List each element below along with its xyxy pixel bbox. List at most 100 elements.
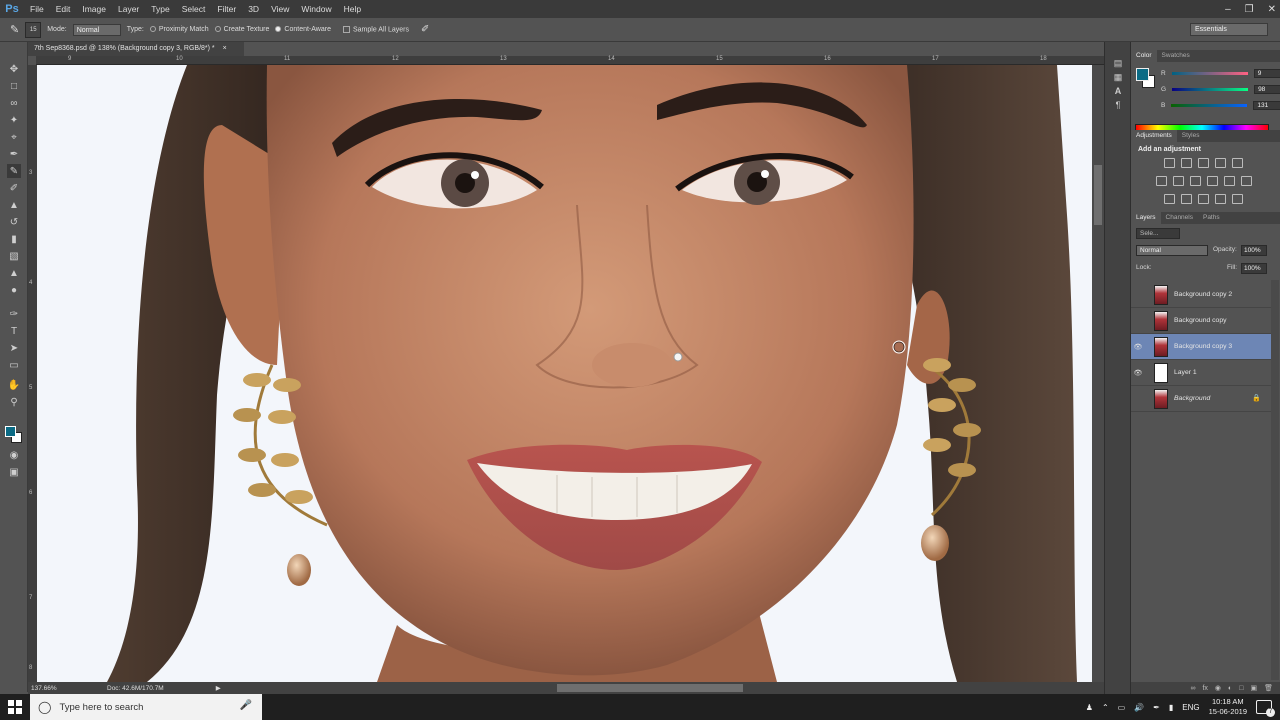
new-layer-icon[interactable]: ▣ (1250, 684, 1257, 692)
curves-adjustment-icon[interactable] (1198, 158, 1209, 168)
layer-row[interactable]: Background 🔒 (1131, 386, 1271, 412)
hue-saturation-adjustment-icon[interactable] (1156, 176, 1167, 186)
tab-color[interactable]: Color (1131, 50, 1157, 62)
battery-icon[interactable]: ▮ (1169, 703, 1173, 712)
layer-row-selected[interactable]: 👁 Background copy 3 (1131, 334, 1271, 360)
red-slider-row[interactable]: R 9 (1161, 68, 1280, 78)
crop-tool-icon[interactable]: ⌖ (7, 130, 21, 144)
menu-3d[interactable]: 3D (242, 0, 265, 18)
tab-paths[interactable]: Paths (1198, 212, 1225, 224)
layer-filter-select[interactable]: Sele... (1136, 228, 1180, 239)
invert-adjustment-icon[interactable] (1164, 194, 1175, 204)
gradient-map-adjustment-icon[interactable] (1232, 194, 1243, 204)
menu-help[interactable]: Help (338, 0, 367, 18)
shape-tool-icon[interactable]: ▭ (7, 358, 21, 372)
link-layers-icon[interactable]: ∞ (1190, 685, 1195, 692)
add-mask-icon[interactable]: ◉ (1215, 684, 1221, 692)
people-icon[interactable]: ♟ (1086, 703, 1093, 712)
vertical-scrollbar[interactable] (1092, 65, 1104, 682)
document-canvas[interactable] (37, 65, 1092, 682)
close-icon[interactable]: ✕ (1268, 4, 1276, 15)
menu-filter[interactable]: Filter (211, 0, 242, 18)
microphone-icon[interactable]: 🎤 (240, 700, 252, 711)
healing-brush-icon[interactable]: ✎ (10, 23, 19, 36)
zoom-tool-icon[interactable]: ⚲ (7, 395, 21, 409)
pen-tool-icon[interactable]: ✑ (7, 307, 21, 321)
notification-center-icon[interactable]: 7 (1256, 700, 1275, 717)
menu-view[interactable]: View (265, 0, 295, 18)
adjustment-layer-icon[interactable]: ◐ (1228, 685, 1232, 692)
menu-edit[interactable]: Edit (50, 0, 77, 18)
exposure-adjustment-icon[interactable] (1215, 158, 1226, 168)
mode-select[interactable]: Normal (72, 23, 121, 36)
channel-mixer-adjustment-icon[interactable] (1224, 176, 1235, 186)
pen-workspace-icon[interactable]: ✒ (1153, 703, 1160, 712)
tab-swatches[interactable]: Swatches (1157, 50, 1195, 62)
eyedropper-tool-icon[interactable]: ✒ (7, 147, 21, 161)
menu-select[interactable]: Select (176, 0, 212, 18)
red-slider[interactable] (1171, 71, 1248, 75)
blur-tool-icon[interactable]: ▲ (7, 266, 21, 280)
type-tool-icon[interactable]: T (7, 324, 21, 338)
menu-layer[interactable]: Layer (112, 0, 145, 18)
menu-window[interactable]: Window (295, 0, 337, 18)
black-white-adjustment-icon[interactable] (1190, 176, 1201, 186)
show-hidden-icons-icon[interactable]: ⌃ (1102, 703, 1109, 712)
minimize-icon[interactable]: – (1225, 4, 1231, 15)
foreground-color-swatch[interactable] (5, 426, 16, 437)
layer-row[interactable]: 👁 Layer 1 (1131, 360, 1271, 386)
blend-mode-select[interactable]: Normal (1136, 245, 1208, 256)
blue-value[interactable]: 131 (1253, 100, 1280, 110)
lasso-tool-icon[interactable]: ∞ (7, 96, 21, 110)
tab-channels[interactable]: Channels (1161, 212, 1198, 224)
eye-icon[interactable]: 👁 (1131, 343, 1145, 351)
photo-filter-adjustment-icon[interactable] (1207, 176, 1218, 186)
eraser-tool-icon[interactable]: ▮ (7, 232, 21, 246)
zoom-level[interactable]: 137.66% (31, 685, 67, 692)
vertical-scroll-thumb[interactable] (1094, 165, 1102, 225)
brightness-adjustment-icon[interactable] (1164, 158, 1175, 168)
color-balance-adjustment-icon[interactable] (1173, 176, 1184, 186)
new-group-icon[interactable]: □ (1239, 685, 1243, 692)
selective-color-adjustment-icon[interactable] (1215, 194, 1226, 204)
layer-row[interactable]: Background copy (1131, 308, 1271, 334)
tab-styles[interactable]: Styles (1177, 130, 1205, 142)
horizontal-scroll-thumb[interactable] (557, 684, 743, 692)
fill-value[interactable]: 100% (1241, 263, 1267, 274)
vibrance-adjustment-icon[interactable] (1232, 158, 1243, 168)
windows-start-icon[interactable] (0, 694, 30, 720)
gradient-tool-icon[interactable]: ▧ (7, 249, 21, 263)
clock[interactable]: 10:18 AM 15-06-2019 (1209, 697, 1247, 717)
opacity-value[interactable]: 100% (1241, 245, 1267, 256)
close-document-icon[interactable]: × (223, 45, 227, 52)
posterize-adjustment-icon[interactable] (1181, 194, 1192, 204)
panel-foreground-swatch[interactable] (1136, 68, 1149, 81)
network-icon[interactable]: ▭ (1118, 703, 1126, 712)
hand-tool-icon[interactable]: ✋ (7, 378, 21, 392)
brush-tool-icon[interactable]: ✐ (7, 181, 21, 195)
green-value[interactable]: 98 (1254, 84, 1280, 94)
sample-all-layers-checkbox[interactable]: Sample All Layers (342, 25, 409, 33)
menu-image[interactable]: Image (76, 0, 112, 18)
create-texture-radio[interactable]: Create Texture (214, 26, 269, 33)
taskbar-search[interactable]: ◯ Type here to search 🎤 (30, 694, 262, 720)
workspace-select[interactable]: Essentials (1190, 23, 1268, 36)
tab-adjustments[interactable]: Adjustments (1131, 130, 1177, 142)
color-lookup-adjustment-icon[interactable] (1241, 176, 1252, 186)
path-select-tool-icon[interactable]: ➤ (7, 341, 21, 355)
character-panel-icon[interactable]: A (1112, 86, 1124, 98)
green-slider-row[interactable]: G 98 (1161, 84, 1280, 94)
dodge-tool-icon[interactable]: ● (7, 283, 21, 297)
brush-preset-picker[interactable]: 15 (25, 21, 42, 38)
screen-mode-icon[interactable]: ▣ (7, 465, 21, 479)
document-tab[interactable]: 7th Sep8368.psd @ 138% (Background copy … (28, 42, 244, 56)
green-slider[interactable] (1172, 87, 1249, 91)
pressure-size-icon[interactable]: ✐ (421, 24, 429, 35)
proximity-match-radio[interactable]: Proximity Match (149, 26, 209, 33)
tab-layers[interactable]: Layers (1131, 212, 1161, 224)
properties-panel-icon[interactable]: ▦ (1112, 72, 1124, 84)
volume-icon[interactable]: 🔊 (1134, 703, 1144, 712)
status-arrow-icon[interactable]: ▶ (216, 684, 221, 692)
paragraph-panel-icon[interactable]: ¶ (1112, 100, 1124, 112)
quick-select-tool-icon[interactable]: ✦ (7, 113, 21, 127)
